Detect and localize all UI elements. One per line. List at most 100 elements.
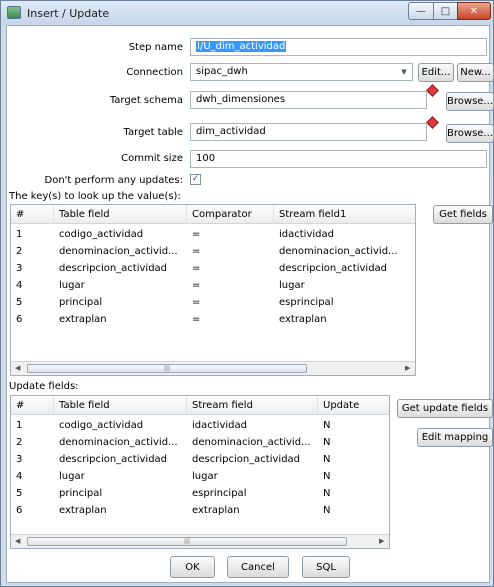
table-field-cell[interactable]: extraplan [54,503,187,519]
table-row[interactable]: 4 lugar lugar N [11,469,389,485]
table-field-cell[interactable]: lugar [54,469,187,485]
table-row[interactable]: 5 principal = esprincipal [11,295,415,311]
table-field-cell[interactable]: codigo_actividad [54,227,187,243]
table-row[interactable]: 6 extraplan extraplan N [11,503,389,519]
update-flag-cell[interactable]: N [318,486,389,502]
update-flag-cell[interactable]: N [318,503,389,519]
stream-field-cell[interactable]: idactividad [187,418,318,434]
keys-table[interactable]: # Table field Comparator Stream field1 1… [10,204,416,376]
keys-table-header: # Table field Comparator Stream field1 [11,205,415,224]
row-number: 2 [16,246,23,257]
edit-mapping-button[interactable]: Edit mapping [417,428,493,447]
column-header[interactable]: Table field [54,205,187,224]
target-schema-label: Target schema [109,95,183,106]
table-field-cell[interactable]: extraplan [54,312,187,328]
table-field-cell[interactable]: denominacion_activid... [54,435,187,451]
connection-select[interactable]: sipac_dwh [190,63,413,81]
comparator-cell[interactable]: = [187,312,274,328]
stream-field-cell[interactable]: descripcion_actividad [274,261,415,277]
stream-field-cell[interactable]: extraplan [274,312,415,328]
commit-size-input[interactable]: 100 [190,150,487,168]
comparator-cell[interactable]: = [187,278,274,294]
table-field-cell[interactable]: codigo_actividad [54,418,187,434]
table-row[interactable]: 1 codigo_actividad = idactividad [11,227,415,243]
table-row[interactable]: 3 descripcion_actividad = descripcion_ac… [11,261,415,277]
row-number: 5 [16,297,23,308]
ok-button[interactable]: OK [170,556,215,578]
table-field-cell[interactable]: descripcion_actividad [54,452,187,468]
required-icon [426,116,439,129]
table-row[interactable]: 5 principal esprincipal N [11,486,389,502]
stream-field-cell[interactable]: lugar [187,469,318,485]
table-row[interactable]: 2 denominacion_activid... = denominacion… [11,244,415,260]
stream-field-cell[interactable]: lugar [274,278,415,294]
minimize-button[interactable]: — [408,2,434,20]
scroll-right-icon[interactable]: ▶ [405,364,410,372]
stream-field-cell[interactable]: extraplan [187,503,318,519]
table-field-cell[interactable]: denominacion_activid... [54,244,187,260]
cancel-button[interactable]: Cancel [227,556,289,578]
row-number: 5 [16,488,23,499]
browse-table-button[interactable]: Browse... [446,124,494,143]
table-row[interactable]: 4 lugar = lugar [11,278,415,294]
comparator-cell[interactable]: = [187,244,274,260]
column-header[interactable]: # [11,205,54,224]
column-header[interactable]: Stream field [187,396,318,415]
app-icon [7,6,21,19]
table-row[interactable]: 1 codigo_actividad idactividad N [11,418,389,434]
update-flag-cell[interactable]: N [318,452,389,468]
dont-update-checkbox[interactable]: ✓ [190,174,201,185]
stream-field-cell[interactable]: descripcion_actividad [187,452,318,468]
get-update-fields-button[interactable]: Get update fields [397,399,493,418]
target-schema-input[interactable]: dwh_dimensiones [190,91,427,109]
new-connection-button[interactable]: New... [457,63,494,82]
row-number: 4 [16,280,23,291]
column-header[interactable]: Update [318,396,389,415]
horizontal-scrollbar[interactable]: ◀ ||| ▶ [11,534,389,548]
comparator-cell[interactable]: = [187,227,274,243]
stream-field-cell[interactable]: esprincipal [274,295,415,311]
close-button[interactable]: ✕ [457,2,491,20]
commit-size-label: Commit size [121,153,183,164]
required-icon [426,84,439,97]
column-header[interactable]: Table field [54,396,187,415]
stream-field-cell[interactable]: denominacion_activid... [187,435,318,451]
stream-field-cell[interactable]: esprincipal [187,486,318,502]
get-fields-button[interactable]: Get fields [433,205,493,224]
browse-schema-button[interactable]: Browse... [446,92,494,111]
target-table-input[interactable]: dim_actividad [190,123,427,141]
chevron-down-icon[interactable]: ▼ [396,64,412,80]
column-header[interactable]: Stream field1 [274,205,415,224]
sql-button[interactable]: SQL [302,556,350,578]
maximize-button[interactable]: □ [433,2,458,20]
table-row[interactable]: 6 extraplan = extraplan [11,312,415,328]
column-header[interactable]: Comparator [187,205,274,224]
update-fields-table[interactable]: # Table field Stream field Update 1 codi… [10,395,390,549]
comparator-cell[interactable]: = [187,295,274,311]
table-field-cell[interactable]: principal [54,295,187,311]
edit-connection-button[interactable]: Edit... [418,63,454,82]
scroll-left-icon[interactable]: ◀ [15,364,20,372]
update-flag-cell[interactable]: N [318,435,389,451]
scroll-left-icon[interactable]: ◀ [15,537,20,545]
scrollbar-thumb[interactable]: ||| [27,537,347,546]
table-row[interactable]: 3 descripcion_actividad descripcion_acti… [11,452,389,468]
title-bar[interactable]: Insert / Update — □ ✕ [1,1,493,25]
horizontal-scrollbar[interactable]: ◀ ||| ▶ [11,361,415,375]
row-number: 4 [16,471,23,482]
scroll-right-icon[interactable]: ▶ [379,537,384,545]
table-row[interactable]: 2 denominacion_activid... denominacion_a… [11,435,389,451]
column-header[interactable]: # [11,396,54,415]
step-name-input[interactable]: I/U_dim_actividad [190,38,487,56]
row-number: 1 [16,229,23,240]
update-flag-cell[interactable]: N [318,418,389,434]
row-number: 3 [16,454,23,465]
table-field-cell[interactable]: lugar [54,278,187,294]
table-field-cell[interactable]: descripcion_actividad [54,261,187,277]
stream-field-cell[interactable]: denominacion_activid... [274,244,415,260]
update-flag-cell[interactable]: N [318,469,389,485]
stream-field-cell[interactable]: idactividad [274,227,415,243]
comparator-cell[interactable]: = [187,261,274,277]
scrollbar-thumb[interactable]: ||| [27,364,307,373]
table-field-cell[interactable]: principal [54,486,187,502]
